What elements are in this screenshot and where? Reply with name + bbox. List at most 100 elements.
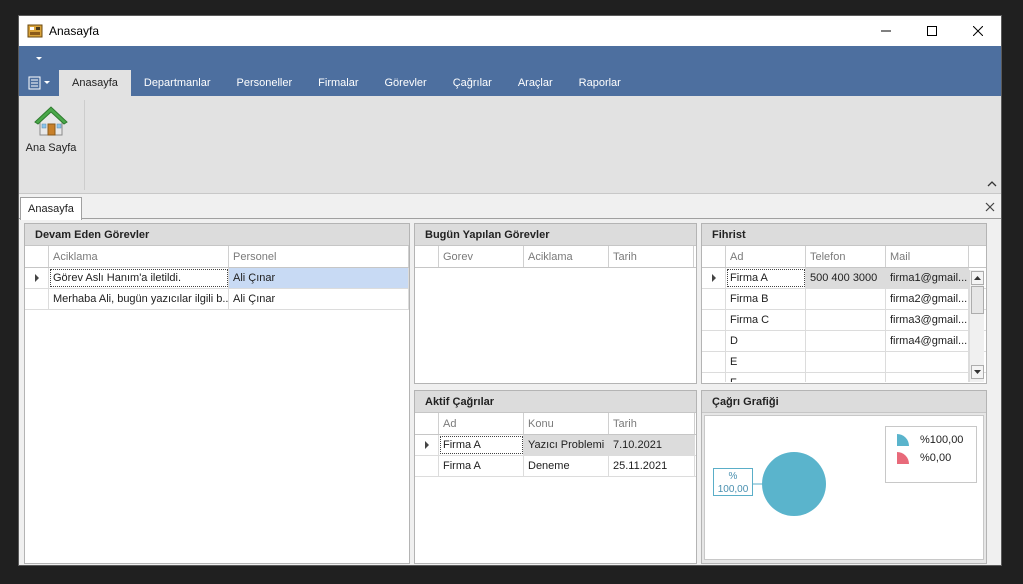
grid-header: Ad Konu Tarih [415, 413, 696, 435]
fihrist-scrollbar[interactable] [969, 270, 984, 382]
column-header-tarih[interactable]: Tarih [609, 246, 694, 267]
row-indicator [702, 310, 726, 330]
tab-gorevler[interactable]: Görevler [372, 70, 440, 96]
table-row[interactable]: Firma A Deneme 25.11.2021 [415, 456, 696, 477]
row-indicator [702, 352, 726, 372]
window-title: Anasayfa [49, 24, 100, 38]
cell-konu[interactable]: Deneme [524, 456, 609, 476]
row-indicator-header [25, 246, 49, 267]
table-row[interactable]: Merhaba Ali, bugün yazıcılar ilgili b...… [25, 289, 409, 310]
grid-header: Ad Telefon Mail [702, 246, 986, 268]
cell-mail[interactable]: firma3@gmail.... [886, 310, 969, 330]
column-header-gorev[interactable]: Gorev [439, 246, 524, 267]
caret-right-icon [711, 274, 716, 282]
column-header-konu[interactable]: Konu [524, 413, 609, 434]
panel-title: Aktif Çağrılar [415, 391, 696, 413]
table-row[interactable]: Firma A Yazıcı Problemi 7.10.2021 [415, 435, 696, 456]
row-indicator [702, 331, 726, 351]
cell-ad[interactable]: Firma A [439, 456, 524, 476]
legend-swatch-primary [897, 434, 909, 446]
cell-ad[interactable]: D [726, 331, 806, 351]
cell-ad[interactable]: Firma A [439, 435, 524, 455]
cell-ad[interactable]: Firma B [726, 289, 806, 309]
legend-item: %100,00 [896, 431, 976, 449]
window-controls [863, 16, 1001, 46]
cell-mail[interactable]: firma1@gmail.... [886, 268, 969, 288]
cell-personel[interactable]: Ali Çınar [229, 268, 409, 288]
fihrist-grid: Ad Telefon Mail Firma A 500 400 3000 fir… [702, 246, 986, 382]
cell-aciklama[interactable]: Merhaba Ali, bugün yazıcılar ilgili b... [49, 289, 229, 309]
cell-telefon[interactable] [806, 373, 886, 382]
cell-mail[interactable]: firma2@gmail.... [886, 289, 969, 309]
close-icon [973, 26, 983, 36]
dashboard-content: Devam Eden Görevler Aciklama Personel Gö… [19, 220, 1001, 565]
ana-sayfa-button[interactable]: Ana Sayfa [23, 104, 79, 160]
table-row[interactable]: E [702, 352, 986, 373]
cell-telefon[interactable]: 500 400 3000 [806, 268, 886, 288]
cell-telefon[interactable] [806, 352, 886, 372]
pie-slice-primary[interactable] [762, 452, 826, 516]
cell-telefon[interactable] [806, 310, 886, 330]
chevron-up-icon [987, 181, 997, 187]
table-row[interactable]: Firma A 500 400 3000 firma1@gmail.... [702, 268, 986, 289]
close-button[interactable] [955, 16, 1001, 46]
table-row[interactable]: Firma C firma3@gmail.... [702, 310, 986, 331]
tab-personeller[interactable]: Personeller [224, 70, 306, 96]
scroll-thumb[interactable] [971, 286, 984, 314]
table-row[interactable]: Firma B firma2@gmail.... [702, 289, 986, 310]
aktif-cagrilar-panel: Aktif Çağrılar Ad Konu Tarih Firma A Yaz… [414, 390, 697, 564]
cell-konu[interactable]: Yazıcı Problemi [524, 435, 609, 455]
column-header-ad[interactable]: Ad [726, 246, 806, 267]
tab-anasayfa[interactable]: Anasayfa [59, 70, 131, 96]
column-header-ad[interactable]: Ad [439, 413, 524, 434]
tab-cagrilar[interactable]: Çağrılar [440, 70, 505, 96]
column-header-personel[interactable]: Personel [229, 246, 409, 267]
table-row[interactable]: Görev Aslı Hanım'a iletildi. Ali Çınar [25, 268, 409, 289]
scroll-down-button[interactable] [971, 365, 984, 379]
legend-swatch-secondary [897, 452, 909, 464]
legend-item: %0,00 [896, 449, 976, 467]
cell-mail[interactable] [886, 373, 969, 382]
row-indicator-header [415, 246, 439, 267]
row-indicator-header [415, 413, 439, 434]
ribbon-header: Anasayfa Departmanlar Personeller Firmal… [19, 46, 1001, 96]
cell-tarih[interactable]: 7.10.2021 [609, 435, 695, 455]
title-bar: Anasayfa [19, 16, 1001, 46]
column-header-mail[interactable]: Mail [886, 246, 969, 267]
column-header-aciklama[interactable]: Aciklama [524, 246, 609, 267]
column-header-telefon[interactable]: Telefon [806, 246, 886, 267]
minimize-button[interactable] [863, 16, 909, 46]
application-menu-button[interactable] [19, 70, 59, 96]
fihrist-panel: Fihrist Ad Telefon Mail Firma A 500 400 … [701, 223, 987, 384]
cell-telefon[interactable] [806, 289, 886, 309]
tab-raporlar[interactable]: Raporlar [566, 70, 634, 96]
table-row[interactable]: D firma4@gmail.... [702, 331, 986, 352]
cell-tarih[interactable]: 25.11.2021 [609, 456, 695, 476]
chevron-up-icon [974, 275, 981, 280]
column-header-tarih[interactable]: Tarih [609, 413, 695, 434]
column-header-aciklama[interactable]: Aciklama [49, 246, 229, 267]
cell-ad[interactable]: F [726, 373, 806, 382]
tab-departmanlar[interactable]: Departmanlar [131, 70, 224, 96]
cell-personel[interactable]: Ali Çınar [229, 289, 409, 309]
document-tab-anasayfa[interactable]: Anasayfa [20, 197, 82, 220]
cell-mail[interactable] [886, 352, 969, 372]
scroll-up-button[interactable] [971, 271, 984, 285]
cell-telefon[interactable] [806, 331, 886, 351]
maximize-button[interactable] [909, 16, 955, 46]
quick-access-dropdown[interactable] [33, 52, 45, 64]
ribbon-minimize-button[interactable] [987, 179, 997, 187]
table-row[interactable]: F [702, 373, 986, 382]
tab-araclar[interactable]: Araçlar [505, 70, 566, 96]
document-close-button[interactable] [985, 202, 995, 212]
cell-ad[interactable]: E [726, 352, 806, 372]
row-indicator [25, 289, 49, 309]
row-indicator [25, 268, 49, 288]
cell-ad[interactable]: Firma C [726, 310, 806, 330]
cell-aciklama[interactable]: Görev Aslı Hanım'a iletildi. [49, 268, 229, 288]
tab-firmalar[interactable]: Firmalar [305, 70, 371, 96]
cell-mail[interactable]: firma4@gmail.... [886, 331, 969, 351]
cagri-grafigi-panel: Çağrı Grafiği % 100,00 %100,00 %0,00 [701, 390, 987, 564]
row-indicator [415, 435, 439, 455]
cell-ad[interactable]: Firma A [726, 268, 806, 288]
